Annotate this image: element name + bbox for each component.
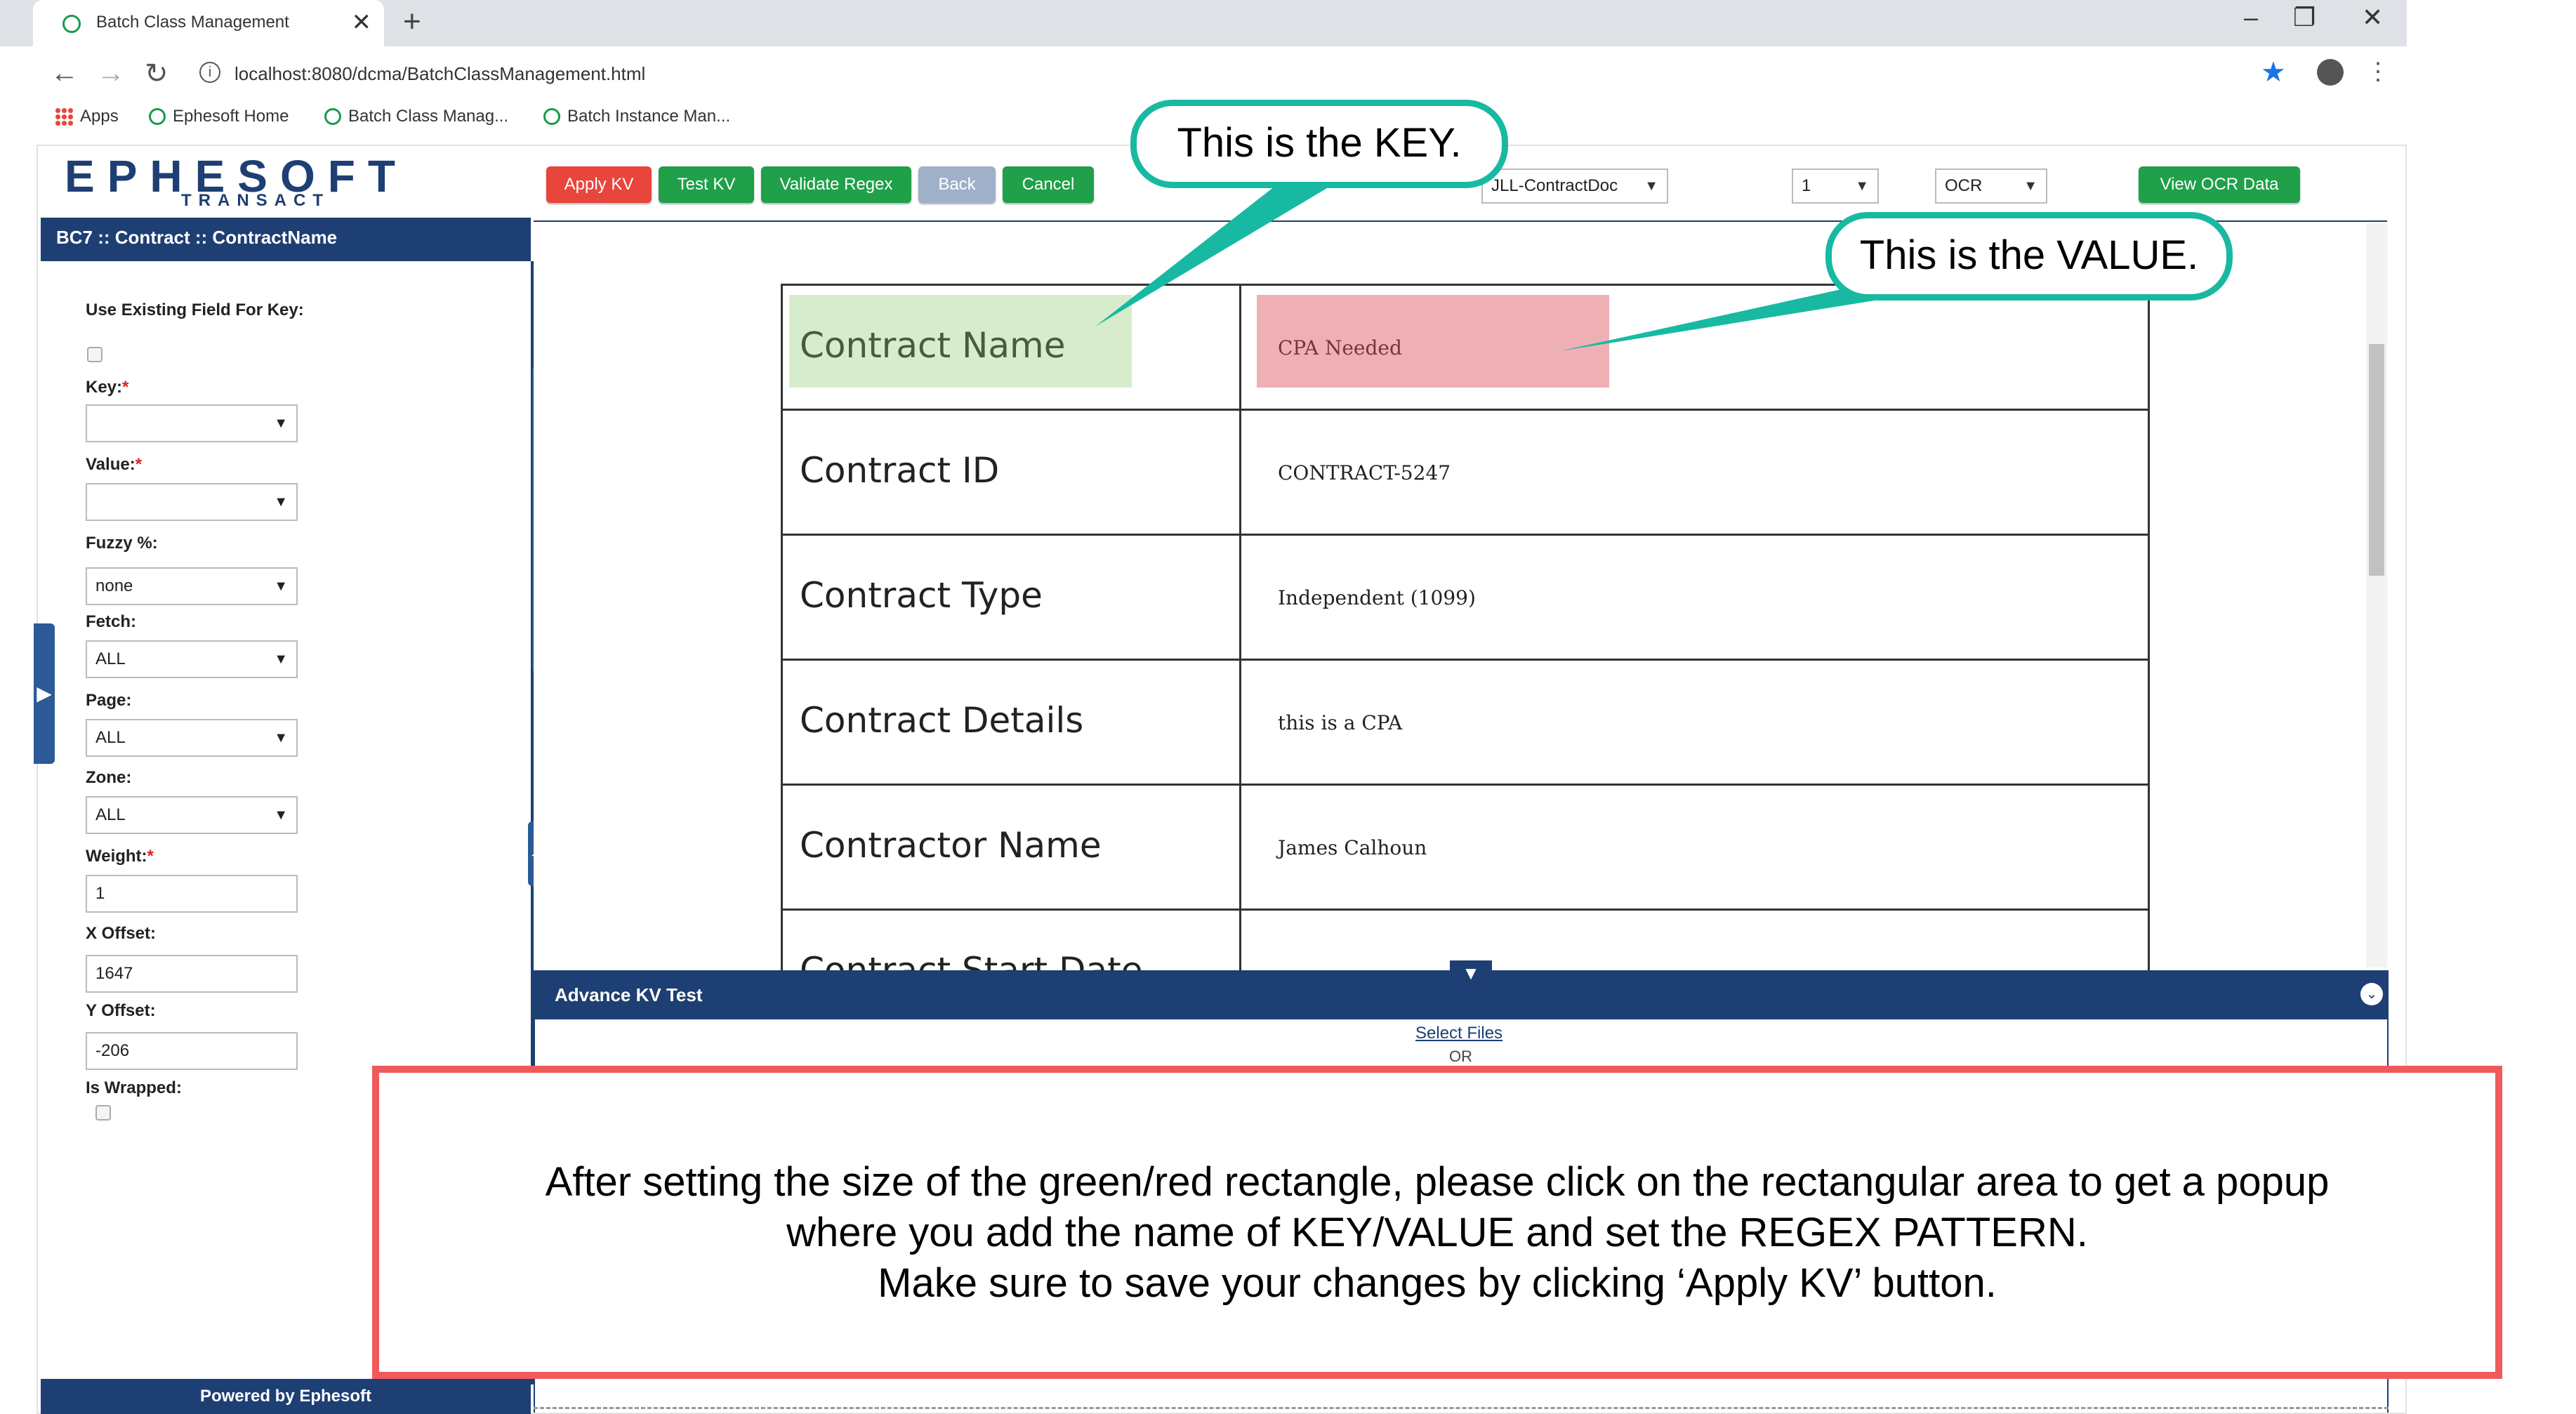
value-callout: This is the VALUE.	[1825, 212, 2233, 300]
note-line-2: where you add the name of KEY/VALUE and …	[786, 1210, 2088, 1255]
note-line-1: After setting the size of the green/red …	[545, 1159, 2330, 1205]
note-line-3: Make sure to save your changes by clicki…	[878, 1260, 1997, 1306]
key-callout: This is the KEY.	[1130, 100, 1508, 188]
instruction-note: After setting the size of the green/red …	[372, 1066, 2502, 1379]
key-callout-pointer	[1095, 184, 1334, 326]
